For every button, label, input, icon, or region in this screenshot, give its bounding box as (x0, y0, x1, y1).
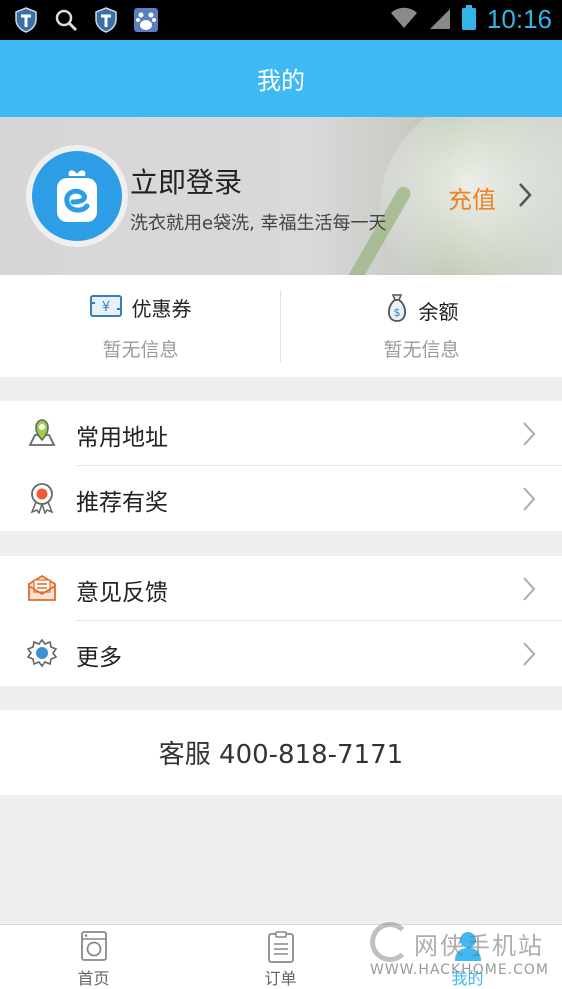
chevron-right-icon (522, 641, 536, 671)
account-stats: ¥ 优惠券 暂无信息 $ 余额 暂无信息 (0, 275, 562, 377)
coupon-stat[interactable]: ¥ 优惠券 暂无信息 (0, 275, 281, 377)
chevron-right-icon (522, 486, 536, 516)
menu-item-label: 常用地址 (76, 425, 168, 451)
menu-item-feedback[interactable]: 意见反馈 (0, 556, 562, 621)
coupon-label: 优惠券 (131, 297, 192, 321)
menu-item-label: 推荐有奖 (76, 490, 168, 516)
app-logo-icon (32, 151, 122, 241)
menu-item-more[interactable]: 更多 (0, 621, 562, 686)
profile-slogan: 洗衣就用e袋洗, 幸福生活每一天 (130, 213, 387, 234)
bottom-tab-bar: 首页 订单 我的 (0, 924, 562, 989)
balance-label: 余额 (418, 299, 459, 324)
chevron-right-icon (522, 576, 536, 606)
coupon-value: 暂无信息 (102, 339, 179, 361)
menu-item-label: 更多 (76, 645, 122, 671)
avatar[interactable] (26, 145, 128, 247)
shield-icon (92, 6, 120, 34)
menu-item-label: 意见反馈 (76, 580, 168, 606)
battery-icon (461, 4, 477, 35)
status-bar: 10:16 (0, 0, 562, 40)
chevron-right-icon (522, 421, 536, 451)
tab-label: 订单 (264, 969, 297, 988)
coupon-icon: ¥ (89, 294, 122, 321)
tab-home[interactable]: 首页 (0, 925, 187, 989)
location-pin-icon (26, 417, 58, 449)
envelope-icon (26, 572, 58, 604)
menu-group: 意见反馈 更多 (0, 556, 562, 686)
gear-icon (26, 637, 58, 669)
login-button[interactable]: 立即登录 (130, 161, 242, 201)
customer-service-label: 客服 400-818-7171 (158, 740, 404, 770)
balance-stat[interactable]: $ 余额 暂无信息 (281, 275, 562, 377)
shield-icon (12, 6, 40, 34)
tab-label: 我的 (451, 969, 484, 988)
tab-label: 首页 (77, 969, 110, 988)
app-header: 我的 (0, 40, 562, 117)
washing-machine-icon (80, 931, 107, 965)
money-bag-icon: $ (385, 293, 409, 327)
balance-value: 暂无信息 (383, 339, 460, 361)
svg-text:$: $ (393, 306, 400, 319)
menu-item-address[interactable]: 常用地址 (0, 401, 562, 466)
wifi-icon (389, 6, 419, 34)
tab-mine[interactable]: 我的 (374, 925, 561, 989)
chevron-right-icon[interactable] (517, 181, 533, 213)
menu-group: 常用地址 推荐有奖 (0, 401, 562, 531)
profile-banner[interactable]: 立即登录 洗衣就用e袋洗, 幸福生活每一天 充值 (0, 117, 562, 275)
user-icon (454, 931, 482, 965)
svg-text:¥: ¥ (101, 300, 109, 315)
status-clock: 10:16 (486, 4, 552, 34)
award-ribbon-icon (26, 482, 58, 514)
page-title: 我的 (257, 67, 305, 95)
menu-item-referral[interactable]: 推荐有奖 (0, 466, 562, 531)
recharge-button[interactable]: 充值 (448, 180, 496, 215)
tab-orders[interactable]: 订单 (187, 925, 374, 989)
signal-icon (429, 6, 451, 34)
search-icon (52, 6, 80, 34)
clipboard-icon (267, 931, 294, 967)
baidu-icon (132, 6, 160, 34)
customer-service-button[interactable]: 客服 400-818-7171 (0, 710, 562, 795)
